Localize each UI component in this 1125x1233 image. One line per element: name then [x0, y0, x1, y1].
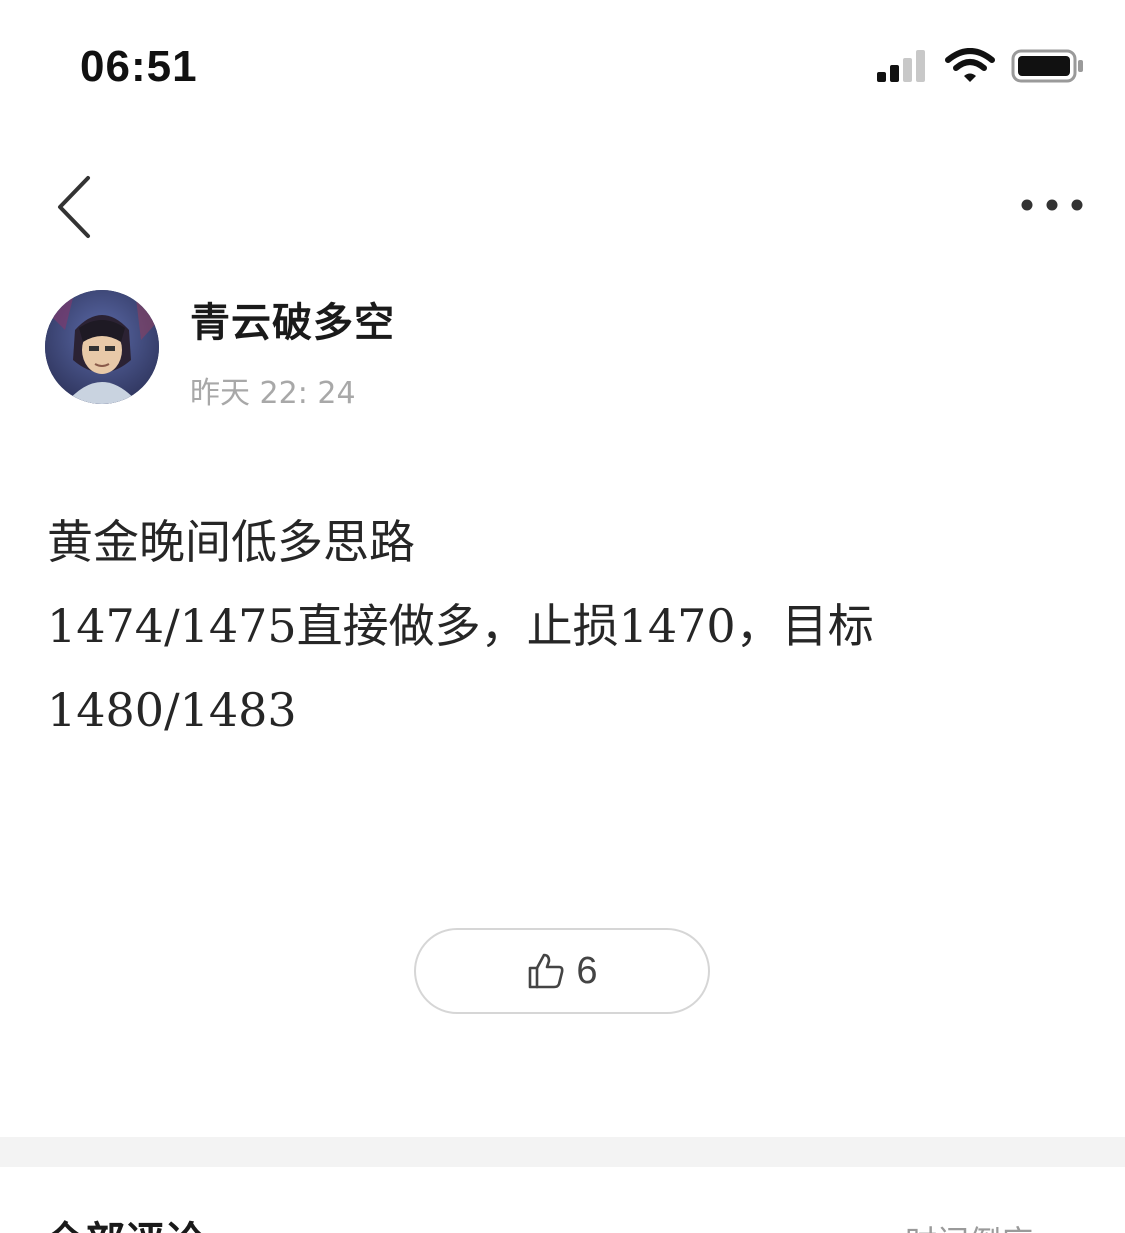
- more-dots-icon: [1021, 199, 1083, 211]
- author-name[interactable]: 青云破多空: [190, 290, 395, 348]
- status-icons: [875, 48, 1085, 84]
- comments-header: 全部评论 时间倒序: [0, 1167, 1125, 1233]
- avatar[interactable]: [45, 290, 159, 404]
- section-divider: [0, 1137, 1125, 1167]
- nav-bar: [0, 150, 1125, 260]
- more-button[interactable]: [1017, 190, 1087, 220]
- post-line: 1480/1483: [47, 683, 297, 737]
- post-line: 1474/1475直接做多，止损1470，目标: [47, 599, 874, 653]
- signal-icon: [877, 50, 925, 82]
- post-content: 黄金晚间低多思路 1474/1475直接做多，止损1470，目标 1480/14…: [47, 500, 1087, 752]
- thumbs-up-icon: [529, 953, 564, 989]
- like-count: 6: [576, 949, 598, 992]
- sort-toggle[interactable]: 时间倒序: [905, 1217, 1033, 1233]
- back-button[interactable]: [48, 172, 108, 242]
- like-button[interactable]: 6: [414, 928, 710, 1014]
- status-bar: 06:51: [0, 0, 1125, 130]
- post-line: 黄金晚间低多思路: [47, 515, 415, 569]
- chevron-left-icon: [58, 176, 90, 238]
- author-header: 青云破多空 昨天 22: 24: [45, 290, 1085, 411]
- comments-title: 全部评论: [45, 1209, 205, 1233]
- status-time: 06:51: [80, 42, 198, 91]
- wifi-icon: [945, 48, 995, 82]
- post-timestamp: 昨天 22: 24: [190, 376, 356, 411]
- battery-icon: [1011, 49, 1083, 83]
